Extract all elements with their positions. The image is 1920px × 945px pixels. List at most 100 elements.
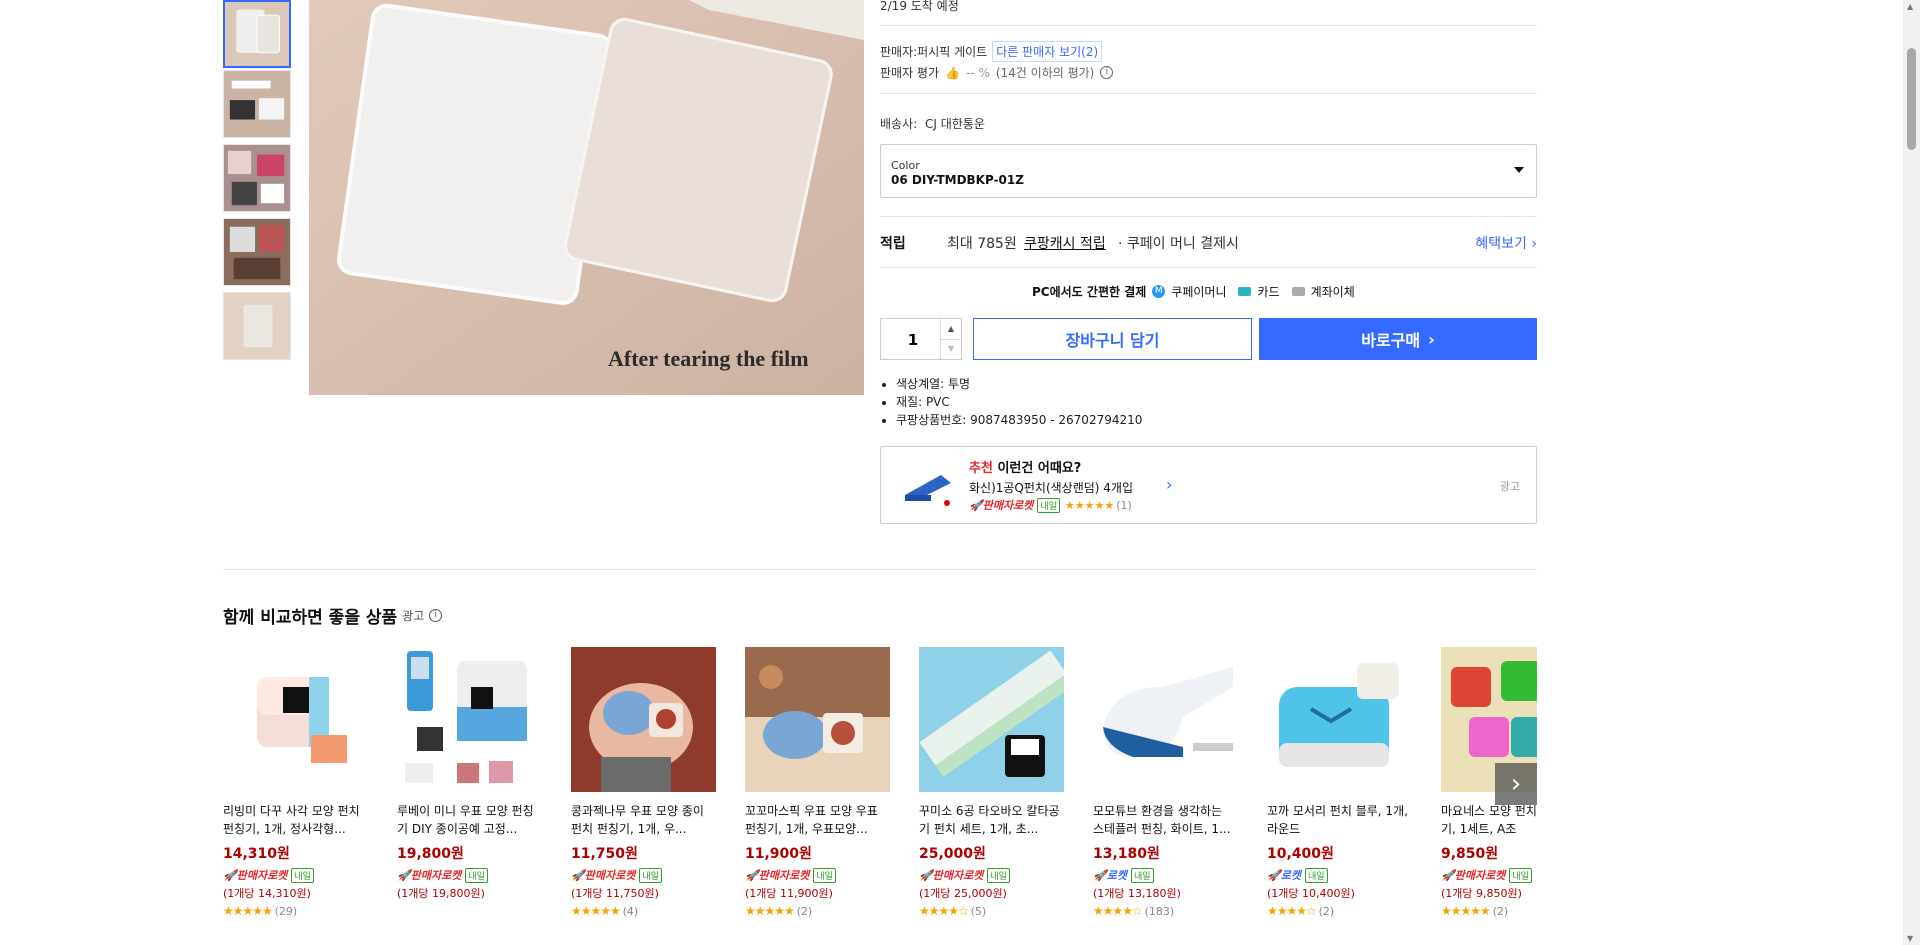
seller-rating-label: 판매자 평가	[880, 66, 940, 80]
product-image	[1267, 647, 1412, 792]
hole-punch-image	[905, 475, 951, 506]
other-sellers-button[interactable]: 다른 판매자 보기(2)	[992, 41, 1103, 62]
buy-now-button[interactable]: 바로구매 ›	[1259, 318, 1537, 360]
thumbnail-3[interactable]	[223, 144, 291, 212]
shipping-carrier: CJ 대한통운	[925, 117, 985, 131]
tomorrow-badge: 내일	[1037, 497, 1060, 513]
carousel-next-button[interactable]: ›	[1495, 763, 1537, 805]
scroll-up-icon[interactable]: ▲	[1907, 2, 1913, 11]
spec-item: 쿠팡상품번호: 9087483950 - 26702794210	[896, 411, 1142, 429]
payment-method-coupay: 쿠페이머니	[1171, 285, 1227, 299]
tomorrow-badge: 내일	[1304, 867, 1328, 883]
recommend-question: 이런건 어때요?	[997, 461, 1082, 476]
recommend-box[interactable]: 추천 이런건 어때요? 화신)1공Q펀치(색상랜덤) 4개입 🚀판매자로켓 내일…	[880, 446, 1537, 524]
badge-label: 판매자로켓	[236, 869, 288, 882]
info-icon[interactable]: i	[429, 609, 443, 622]
unit-price: (1개당 11,900원)	[745, 887, 833, 900]
product-card[interactable]: 꼬까 모서리 펀치 블루, 1개, 라운드 10,400원 🚀로켓 내일 (1개당…	[1267, 647, 1412, 918]
product-name: 마요네스 모양 펀치기, 1세트, A조	[1441, 804, 1537, 836]
spec-item: 색상계열: 투명	[896, 375, 1142, 393]
recommend-badges: 🚀판매자로켓 내일 ★★★★★ (1)	[969, 497, 1132, 513]
delivery-badge: 🚀판매자로켓 내일	[397, 867, 542, 883]
product-price: 25,000원	[919, 846, 986, 862]
review-count: (2)	[796, 905, 813, 918]
option-value: 06 DIY-TMDBKP-01Z	[891, 173, 1024, 187]
rating: ★★★★★ (2)	[1441, 904, 1537, 918]
coupang-cash-link[interactable]: 쿠팡캐시 적립	[1024, 233, 1106, 253]
product-card[interactable]: 콩과젝나무 우표 모양 종이 펀치 펀칭기, 1개, 우... 11,750원 …	[571, 647, 716, 918]
product-name: 꾸미소 6공 타오바오 칼타공기 펀치 세트, 1개, 초...	[919, 804, 1060, 836]
acrylic-block-illustration: After tearing the film	[309, 0, 864, 395]
seller-rating-count: (14건 이하의 평가)	[995, 66, 1095, 80]
quantity-stepper[interactable]: ▲ ▼	[880, 318, 962, 361]
badge-label: 판매자로켓	[410, 869, 462, 882]
product-image	[745, 647, 890, 792]
coupay-money-icon: M	[1152, 285, 1166, 298]
product-name: 리빙미 다꾸 사각 모양 펀치 펀칭기, 1개, 정사각형...	[223, 804, 360, 836]
thumbnail-5[interactable]	[223, 292, 291, 360]
seller-rating-value: -- %	[965, 65, 990, 80]
scrollbar-thumb[interactable]	[1907, 48, 1916, 150]
rating: ★★★★★ (4)	[571, 904, 716, 918]
chevron-right-icon[interactable]: ›	[1166, 475, 1172, 494]
review-count: (183)	[1144, 905, 1175, 918]
points-row: 적립 최대 785원 쿠팡캐시 적립 · 쿠페이 머니 결제시 혜택보기 ›	[880, 233, 1537, 253]
tomorrow-badge: 내일	[813, 867, 836, 883]
review-count: (1)	[1116, 498, 1132, 512]
info-icon[interactable]: i	[1100, 66, 1114, 79]
rocket-seller-badge: 🚀판매자로켓	[919, 869, 984, 882]
product-card[interactable]: 꾸미소 6공 타오바오 칼타공기 펀치 세트, 1개, 초... 25,000원…	[919, 647, 1064, 918]
tomorrow-badge: 내일	[639, 867, 662, 883]
recommend-product-name: 화신)1공Q펀치(색상랜덤) 4개입	[969, 481, 1134, 495]
quantity-input[interactable]	[881, 319, 945, 361]
product-card[interactable]: 꼬꼬마스픽 우표 모양 우표펀칭기, 1개, 우표모양... 11,900원 🚀…	[745, 647, 890, 918]
option-label: Color	[891, 159, 920, 172]
rocket-seller-badge: 🚀판매자로켓	[397, 869, 462, 882]
product-card[interactable]: 루베이 미니 우표 모양 펀칭기 DIY 종이공예 고정... 19,800원 …	[397, 647, 542, 901]
tomorrow-badge: 내일	[1130, 867, 1154, 883]
product-name: 루베이 미니 우표 모양 펀칭기 DIY 종이공예 고정...	[397, 804, 534, 836]
color-option-select[interactable]: Color 06 DIY-TMDBKP-01Z	[880, 144, 1537, 198]
rating: ★★★★★ (29)	[223, 904, 368, 918]
compare-title: 함께 비교하면 좋을 상품	[223, 608, 398, 628]
badge-label: 판매자로켓	[1454, 869, 1506, 882]
product-price: 10,400원	[1267, 846, 1334, 862]
unit-price: (1개당 25,000원)	[919, 887, 1007, 900]
rating-stars: ★★★★☆	[1093, 904, 1143, 918]
quantity-up-icon[interactable]: ▲	[940, 319, 961, 340]
spec-list: 색상계열: 투명 재질: PVC 쿠팡상품번호: 9087483950 - 26…	[880, 375, 1142, 429]
review-count: (2)	[1492, 905, 1509, 918]
delivery-badge: 🚀로켓 내일	[1093, 867, 1238, 883]
badge-label: 로켓	[1280, 869, 1301, 882]
unit-price: (1개당 19,800원)	[397, 887, 485, 900]
image-caption: After tearing the film	[608, 346, 809, 371]
arrival-text: 2/19 도착 예정	[880, 0, 959, 13]
thumbnail-2[interactable]	[223, 70, 291, 138]
dropdown-arrow-icon	[1514, 167, 1524, 173]
scroll-down-icon[interactable]: ▼	[1907, 934, 1913, 943]
unit-price: (1개당 13,180원)	[1093, 887, 1181, 900]
product-card[interactable]: 모모튜브 환경을 생각하는 스테플러 펀칭, 화이트, 1... 13,180원…	[1093, 647, 1238, 918]
shipping-row: 배송사: CJ 대한통운	[880, 115, 985, 132]
delivery-badge: 🚀판매자로켓 내일	[571, 867, 716, 883]
add-to-cart-button[interactable]: 장바구니 담기	[973, 318, 1252, 360]
badge-label: 판매자로켓	[584, 869, 636, 882]
product-image	[1093, 647, 1238, 792]
seller-name[interactable]: 퍼시픽 게이트	[917, 43, 987, 60]
thumbnail-image	[224, 293, 290, 359]
thumbnail-1[interactable]	[223, 0, 291, 68]
product-price: 19,800원	[397, 846, 464, 862]
rating-stars: ★★★★★	[1441, 904, 1491, 918]
delivery-badge: 🚀판매자로켓 내일	[919, 867, 1064, 883]
rating-stars: ★★★★★	[571, 904, 621, 918]
bank-transfer-icon	[1291, 287, 1305, 296]
review-count: (5)	[970, 905, 987, 918]
recommend-title: 추천 이런건 어때요?	[969, 457, 1081, 476]
product-image	[223, 647, 368, 792]
thumbnail-4[interactable]	[223, 218, 291, 286]
compare-header: 함께 비교하면 좋을 상품 광고 i	[223, 603, 443, 628]
unit-price: (1개당 14,310원)	[223, 887, 311, 900]
benefit-link[interactable]: 혜택보기 ›	[1475, 233, 1537, 253]
product-card[interactable]: 리빙미 다꾸 사각 모양 펀치 펀칭기, 1개, 정사각형... 14,310원…	[223, 647, 368, 918]
quantity-down-icon[interactable]: ▼	[940, 339, 961, 359]
